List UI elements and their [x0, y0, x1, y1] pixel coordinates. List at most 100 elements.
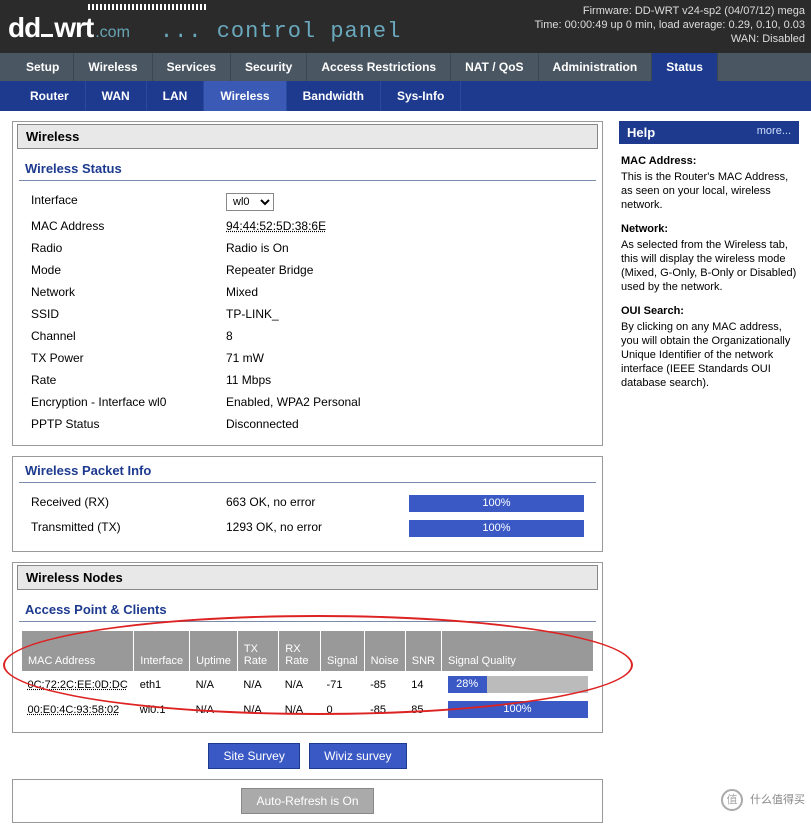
- tab-access-restrictions[interactable]: Access Restrictions: [307, 53, 451, 81]
- node-mac[interactable]: 00:E0:4C:93:58:02: [28, 704, 120, 716]
- channel-label: Channel: [31, 329, 226, 343]
- col-txrate: TX Rate: [237, 631, 278, 672]
- interface-select[interactable]: wl0: [226, 193, 274, 211]
- auto-refresh-bar: Auto-Refresh is On: [12, 779, 603, 823]
- node-signal: -71: [321, 672, 365, 698]
- nodes-head: Access Point & Clients: [19, 598, 596, 622]
- radio-value: Radio is On: [226, 241, 584, 255]
- watermark-badge-icon: 值: [721, 789, 743, 811]
- logo-com: .com: [95, 24, 130, 42]
- barcode-decoration: [88, 4, 208, 10]
- node-uptime: N/A: [190, 672, 238, 698]
- network-value: Mixed: [226, 285, 584, 299]
- rx-value: 663 OK, no error: [226, 495, 409, 512]
- node-rxrate: N/A: [279, 697, 321, 722]
- col-if: Interface: [134, 631, 190, 672]
- tx-bar: 100%: [409, 520, 584, 537]
- help-head: Help more...: [619, 121, 799, 144]
- subtab-wireless[interactable]: Wireless: [204, 81, 286, 111]
- interface-label: Interface: [31, 193, 226, 211]
- node-noise: -85: [364, 672, 405, 698]
- control-panel-text: ... control panel: [160, 19, 401, 44]
- mac-value[interactable]: 94:44:52:5D:38:6E: [226, 219, 326, 233]
- help-more-link[interactable]: more...: [757, 125, 791, 140]
- auto-refresh-button[interactable]: Auto-Refresh is On: [241, 788, 373, 814]
- wireless-section: Wireless Wireless Status Interface wl0 M…: [12, 121, 603, 446]
- mode-label: Mode: [31, 263, 226, 277]
- radio-label: Radio: [31, 241, 226, 255]
- pptp-label: PPTP Status: [31, 417, 226, 431]
- help-sidebar: Help more... MAC Address: This is the Ro…: [619, 121, 799, 823]
- nodes-section-title: Wireless Nodes: [17, 565, 598, 590]
- help-net-head: Network:: [621, 222, 797, 236]
- node-uptime: N/A: [190, 697, 238, 722]
- node-rxrate: N/A: [279, 672, 321, 698]
- encryption-value: Enabled, WPA2 Personal: [226, 395, 584, 409]
- help-oui-text: By clicking on any MAC address, you will…: [621, 320, 797, 390]
- network-label: Network: [31, 285, 226, 299]
- wireless-status-head: Wireless Status: [19, 157, 596, 181]
- ssid-value: TP-LINK_: [226, 307, 584, 321]
- main-tabs: Setup Wireless Services Security Access …: [0, 53, 811, 81]
- tx-label: Transmitted (TX): [31, 520, 226, 537]
- tab-setup[interactable]: Setup: [12, 53, 74, 81]
- col-rxrate: RX Rate: [279, 631, 321, 672]
- node-mac[interactable]: 0C:72:2C:EE:0D:DC: [28, 679, 128, 691]
- node-snr: 14: [405, 672, 441, 698]
- help-oui-head: OUI Search:: [621, 304, 797, 318]
- node-if: wl0.1: [134, 697, 190, 722]
- mac-label: MAC Address: [31, 219, 226, 233]
- table-row: 00:E0:4C:93:58:02wl0.1N/AN/AN/A0-8585100…: [22, 697, 594, 722]
- survey-buttons: Site Survey Wiviz survey: [12, 743, 603, 769]
- firmware-text: Firmware: DD-WRT v24-sp2 (04/07/12) mega: [535, 4, 806, 18]
- wireless-section-title: Wireless: [17, 124, 598, 149]
- watermark-text: 什么值得买: [750, 794, 805, 806]
- help-mac-head: MAC Address:: [621, 154, 797, 168]
- node-noise: -85: [364, 697, 405, 722]
- watermark: 值 什么值得买: [721, 789, 805, 811]
- node-txrate: N/A: [237, 672, 278, 698]
- rate-value: 11 Mbps: [226, 373, 584, 387]
- rate-label: Rate: [31, 373, 226, 387]
- col-sq: Signal Quality: [442, 631, 594, 672]
- tab-status[interactable]: Status: [652, 53, 718, 81]
- pptp-value: Disconnected: [226, 417, 584, 431]
- tab-services[interactable]: Services: [153, 53, 231, 81]
- help-title: Help: [627, 125, 655, 140]
- subtab-wan[interactable]: WAN: [86, 81, 147, 111]
- rx-label: Received (RX): [31, 495, 226, 512]
- wiviz-survey-button[interactable]: Wiviz survey: [309, 743, 406, 769]
- col-noise: Noise: [364, 631, 405, 672]
- logo-wrt: wrt: [54, 12, 93, 44]
- help-mac-text: This is the Router's MAC Address, as see…: [621, 170, 797, 212]
- ssid-label: SSID: [31, 307, 226, 321]
- tab-wireless[interactable]: Wireless: [74, 53, 152, 81]
- nodes-section: Wireless Nodes Access Point & Clients MA…: [12, 562, 603, 733]
- subtab-sysinfo[interactable]: Sys-Info: [381, 81, 461, 111]
- node-sq-bar: 28%: [448, 676, 588, 693]
- subtab-lan[interactable]: LAN: [147, 81, 205, 111]
- packet-section: Wireless Packet Info Received (RX) 663 O…: [12, 456, 603, 552]
- app-header: dd wrt .com ... control panel Firmware: …: [0, 0, 811, 53]
- col-signal: Signal: [321, 631, 365, 672]
- col-snr: SNR: [405, 631, 441, 672]
- subtab-router[interactable]: Router: [14, 81, 86, 111]
- logo-dd: dd: [8, 12, 40, 44]
- txpower-value: 71 mW: [226, 351, 584, 365]
- rx-bar: 100%: [409, 495, 584, 512]
- tab-nat-qos[interactable]: NAT / QoS: [451, 53, 538, 81]
- logo-dash: [41, 34, 53, 37]
- mode-value: Repeater Bridge: [226, 263, 584, 277]
- sub-tabs: Router WAN LAN Wireless Bandwidth Sys-In…: [0, 81, 811, 111]
- tab-security[interactable]: Security: [231, 53, 307, 81]
- time-text: Time: 00:00:49 up 0 min, load average: 0…: [535, 18, 806, 32]
- channel-value: 8: [226, 329, 584, 343]
- packet-head: Wireless Packet Info: [19, 459, 596, 483]
- help-net-text: As selected from the Wireless tab, this …: [621, 238, 797, 294]
- col-uptime: Uptime: [190, 631, 238, 672]
- tab-administration[interactable]: Administration: [539, 53, 653, 81]
- table-row: 0C:72:2C:EE:0D:DCeth1N/AN/AN/A-71-851428…: [22, 672, 594, 698]
- site-survey-button[interactable]: Site Survey: [208, 743, 299, 769]
- subtab-bandwidth[interactable]: Bandwidth: [287, 81, 381, 111]
- node-signal: 0: [321, 697, 365, 722]
